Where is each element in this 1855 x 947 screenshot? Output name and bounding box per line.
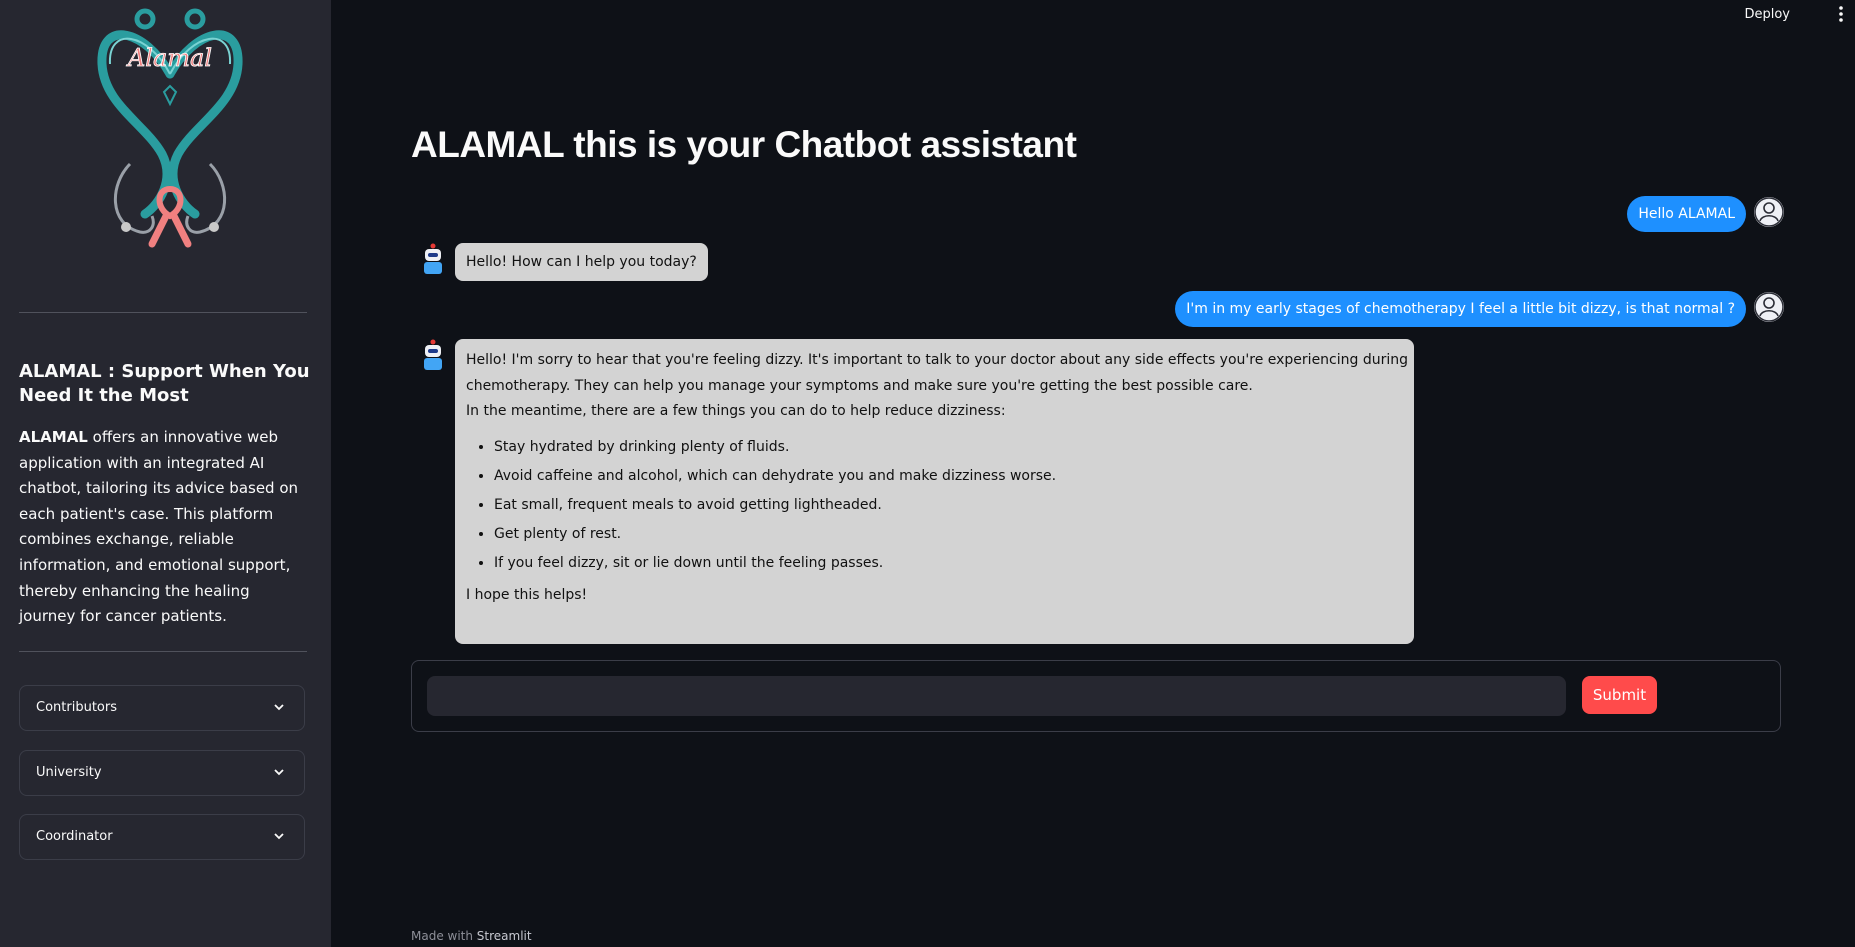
alamal-logo: Alamal — [97, 8, 243, 248]
sidebar-description: ALAMAL offers an innovative web applicat… — [19, 425, 309, 630]
chat-input[interactable] — [427, 676, 1566, 716]
assistant-message-long: Hello! I'm sorry to hear that you're fee… — [455, 339, 1414, 644]
assistant-message: Hello! How can I help you today? — [455, 243, 708, 281]
sidebar-heading: ALAMAL : Support When You Need It the Mo… — [19, 361, 310, 406]
expander-label: University — [36, 765, 102, 780]
user-message: I'm in my early stages of chemotherapy I… — [1175, 291, 1746, 327]
user-avatar-icon — [1754, 292, 1784, 322]
user-message: Hello ALAMAL — [1627, 196, 1746, 232]
expander-university[interactable]: University — [19, 750, 305, 796]
expander-label: Contributors — [36, 700, 117, 715]
list-item: Eat small, frequent meals to avoid getti… — [494, 495, 1403, 515]
chevron-down-icon — [274, 833, 284, 840]
description-bold: ALAMAL — [19, 428, 88, 446]
chevron-down-icon — [274, 704, 284, 711]
submit-button[interactable]: Submit — [1582, 676, 1657, 714]
user-avatar-icon — [1754, 197, 1784, 227]
svg-text:Alamal: Alamal — [126, 44, 212, 72]
footer-prefix: Made with — [411, 929, 477, 943]
sidebar-divider-bottom — [19, 651, 307, 652]
message-paragraph: In the meantime, there are a few things … — [466, 403, 1006, 420]
chat-form: Submit — [411, 660, 1781, 732]
message-closing: I hope this helps! — [466, 586, 588, 603]
description-text: offers an innovative web application wit… — [19, 428, 299, 626]
bot-avatar-icon — [424, 243, 442, 274]
chevron-down-icon — [274, 769, 284, 776]
streamlit-link[interactable]: Streamlit — [477, 929, 532, 943]
sidebar: Alamal ALAMAL : Support When You Need It… — [0, 0, 331, 947]
list-item: If you feel dizzy, sit or lie down until… — [494, 553, 1403, 573]
footer: Made with Streamlit — [411, 929, 532, 943]
page-title: ALAMAL this is your Chatbot assistant — [411, 124, 1077, 165]
list-item: Avoid caffeine and alcohol, which can de… — [494, 466, 1403, 486]
list-item: Stay hydrated by drinking plenty of flui… — [494, 437, 1403, 457]
tips-list: Stay hydrated by drinking plenty of flui… — [466, 437, 1403, 573]
list-item: Get plenty of rest. — [494, 524, 1403, 544]
deploy-button[interactable]: Deploy — [1740, 5, 1794, 24]
expander-coordinator[interactable]: Coordinator — [19, 814, 305, 860]
sidebar-divider-top — [19, 312, 307, 313]
message-paragraph: Hello! I'm sorry to hear that you're fee… — [466, 352, 1409, 368]
kebab-menu-icon[interactable] — [1835, 5, 1847, 23]
message-paragraph: chemotherapy. They can help you manage y… — [466, 377, 1253, 394]
expander-contributors[interactable]: Contributors — [19, 685, 305, 731]
expander-label: Coordinator — [36, 829, 113, 844]
bot-avatar-icon — [424, 339, 442, 370]
